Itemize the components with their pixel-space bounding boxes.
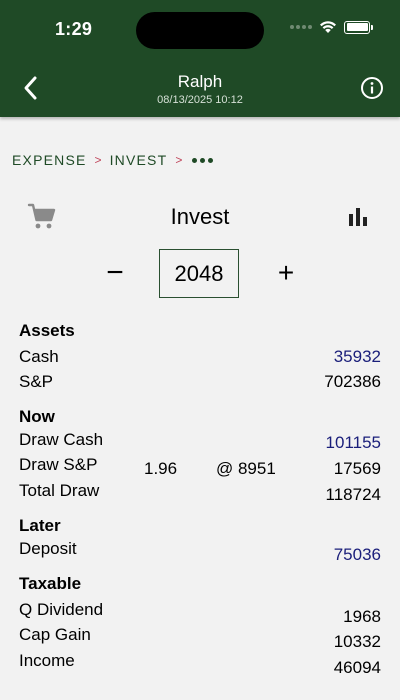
draw-cash-label: Draw Cash: [19, 430, 104, 449]
draw-sp-price: @ 8951: [216, 459, 276, 478]
info-icon: [361, 77, 383, 99]
deposit-value[interactable]: 75036: [334, 545, 381, 565]
q-dividend-value: 1968: [343, 607, 381, 626]
status-time: 1:29: [55, 19, 93, 39]
income-value: 46094: [333, 658, 381, 677]
header-subtitle: 08/13/2025 10:12: [157, 94, 243, 106]
decrement-button[interactable]: −: [100, 255, 130, 291]
draw-sp-label: Draw S&P: [19, 455, 98, 474]
section-assets-title: Assets: [19, 321, 75, 340]
bar-chart-icon: [349, 208, 367, 226]
status-icons: [290, 20, 373, 34]
draw-cash-value[interactable]: 101155: [326, 433, 381, 453]
sp-value: 702386: [324, 372, 381, 391]
total-draw-value: 118724: [325, 485, 381, 504]
app-header: 1:29 Ralph 08/13/2025 10:12: [0, 0, 400, 117]
chart-button[interactable]: [346, 204, 370, 228]
increment-button[interactable]: +: [271, 255, 301, 291]
draw-sp-value: 17569: [333, 459, 381, 478]
section-taxable-title: Taxable: [19, 574, 82, 593]
info-button[interactable]: [360, 76, 384, 100]
draw-sp-rate: 1.96: [144, 459, 178, 478]
section-now-title: Now: [19, 407, 55, 426]
breadcrumb: EXPENSE > INVEST >: [12, 152, 214, 168]
more-icon[interactable]: [192, 157, 214, 163]
total-draw-label: Total Draw: [19, 481, 100, 500]
breadcrumb-invest[interactable]: INVEST: [110, 152, 168, 168]
sp-label: S&P: [19, 372, 54, 391]
dynamic-island: [136, 12, 264, 49]
income-label: Income: [19, 651, 75, 670]
page-title: Invest: [170, 204, 230, 229]
header-title: Ralph: [177, 72, 223, 91]
cap-gain-value: 10332: [333, 632, 381, 651]
breadcrumb-separator: >: [175, 153, 183, 167]
wifi-icon: [320, 21, 336, 33]
section-later-title: Later: [19, 516, 61, 535]
breadcrumb-separator: >: [94, 153, 102, 167]
quantity-field[interactable]: 2048: [159, 249, 239, 298]
cap-gain-label: Cap Gain: [19, 625, 91, 644]
cellular-signal-icon: [290, 25, 312, 29]
cash-value[interactable]: 35932: [334, 347, 381, 367]
cash-label: Cash: [19, 347, 59, 366]
battery-icon: [344, 20, 373, 34]
q-dividend-label: Q Dividend: [19, 600, 104, 619]
deposit-label: Deposit: [19, 539, 77, 558]
breadcrumb-expense[interactable]: EXPENSE: [12, 152, 87, 168]
